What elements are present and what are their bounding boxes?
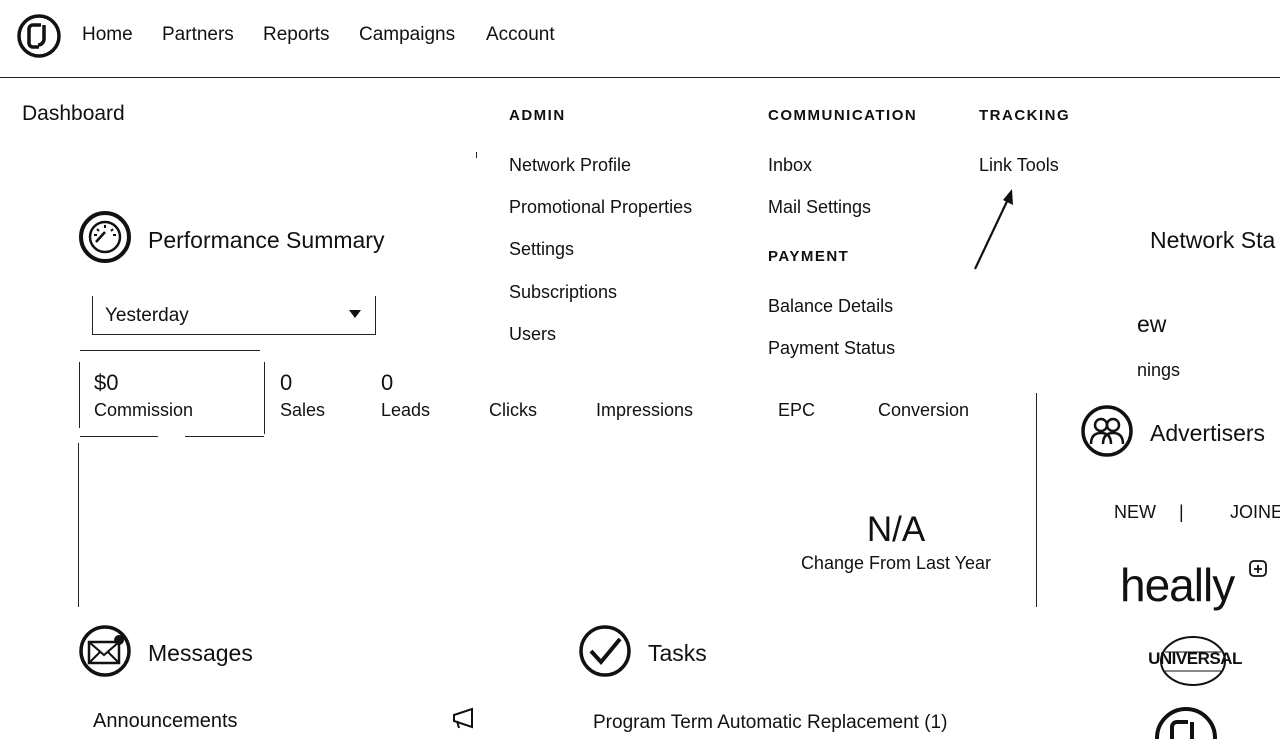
nav-reports[interactable]: Reports	[263, 24, 330, 46]
network-view-fragment: ew	[1137, 311, 1167, 337]
metric-value: 0	[280, 370, 293, 395]
metric-sales[interactable]: 0 Sales	[280, 370, 325, 421]
cj-logo-small-icon[interactable]	[1154, 706, 1218, 739]
chart-border-right	[1036, 393, 1037, 607]
plus-badge-icon	[1249, 560, 1267, 577]
chevron-down-icon	[349, 310, 361, 318]
nav-account[interactable]: Account	[486, 24, 555, 46]
menu-item-payment-status[interactable]: Payment Status	[768, 338, 895, 359]
users-group-icon	[1081, 405, 1133, 457]
menu-item-balance-details[interactable]: Balance Details	[768, 296, 893, 317]
metric-label: Sales	[280, 400, 326, 420]
menu-item-promotional-properties[interactable]: Promotional Properties	[509, 197, 692, 218]
messages-title: Messages	[148, 640, 253, 666]
metric-conversion[interactable]: Conversion	[878, 400, 969, 421]
metric-value: 0	[381, 370, 394, 395]
change-value: N/A	[866, 510, 926, 549]
nav-campaigns[interactable]: Campaigns	[359, 24, 455, 46]
metric-epc[interactable]: EPC	[778, 400, 815, 421]
network-earnings-fragment: nings	[1137, 360, 1181, 380]
period-select[interactable]: Yesterday	[92, 296, 376, 335]
tab-separator: |	[1179, 502, 1184, 522]
metric-label: Leads	[381, 400, 431, 420]
metric-value: $0	[94, 370, 119, 395]
nav-home[interactable]: Home	[82, 24, 133, 46]
metric-impressions[interactable]: Impressions	[596, 400, 693, 421]
menu-heading-payment: PAYMENT	[768, 248, 850, 265]
menu-heading-communication: COMMUNICATION	[768, 107, 918, 124]
checkmark-icon	[579, 625, 631, 677]
menu-item-link-tools[interactable]: Link Tools	[979, 155, 1059, 176]
performance-summary-title: Performance Summary	[148, 227, 385, 253]
top-navigation: Home Partners Reports Campaigns Account	[0, 0, 1280, 78]
speedometer-icon	[79, 211, 131, 263]
metric-clicks[interactable]: Clicks	[489, 400, 537, 421]
menu-item-mail-settings[interactable]: Mail Settings	[768, 197, 871, 218]
tab-joined[interactable]: JOINE	[1230, 502, 1280, 523]
metric-box-border-right	[264, 362, 265, 434]
metric-box-border-left	[79, 362, 80, 428]
metric-commission[interactable]: $0 Commission	[94, 370, 193, 421]
cj-logo-icon[interactable]	[16, 13, 62, 59]
metric-box-border-top	[80, 350, 260, 351]
advertisers-title: Advertisers	[1150, 420, 1266, 446]
task-item[interactable]: Program Term Automatic Replacement (1)	[593, 712, 947, 734]
advertiser-logo-healthy[interactable]: heally	[1120, 558, 1235, 612]
annotation-arrow-icon	[974, 189, 1013, 270]
menu-divider	[476, 152, 477, 158]
menu-item-settings[interactable]: Settings	[509, 239, 574, 260]
metric-label: Commission	[94, 400, 194, 420]
metric-box-border-bottom-b	[185, 436, 264, 437]
tasks-title: Tasks	[648, 640, 707, 666]
change-label: Change From Last Year	[800, 553, 992, 573]
advertiser-logo-universal[interactable]: UNIVERSAL	[1145, 649, 1245, 669]
tab-new[interactable]: NEW	[1114, 502, 1156, 523]
announcements-label[interactable]: Announcements	[93, 710, 238, 733]
menu-heading-admin: ADMIN	[509, 107, 566, 124]
menu-item-subscriptions[interactable]: Subscriptions	[509, 282, 617, 303]
menu-item-inbox[interactable]: Inbox	[768, 155, 812, 176]
page-title: Dashboard	[22, 102, 125, 125]
mail-icon	[79, 625, 131, 677]
nav-partners[interactable]: Partners	[162, 24, 234, 46]
metric-box-border-bottom-a	[80, 436, 158, 437]
chart-border-left	[78, 443, 79, 607]
metric-leads[interactable]: 0 Leads	[381, 370, 430, 421]
network-status-title: Network Sta	[1150, 227, 1276, 253]
period-select-value: Yesterday	[105, 305, 189, 326]
menu-item-users[interactable]: Users	[509, 324, 556, 345]
menu-item-network-profile[interactable]: Network Profile	[509, 155, 631, 176]
megaphone-icon	[453, 707, 473, 729]
menu-heading-tracking: TRACKING	[979, 107, 1071, 124]
